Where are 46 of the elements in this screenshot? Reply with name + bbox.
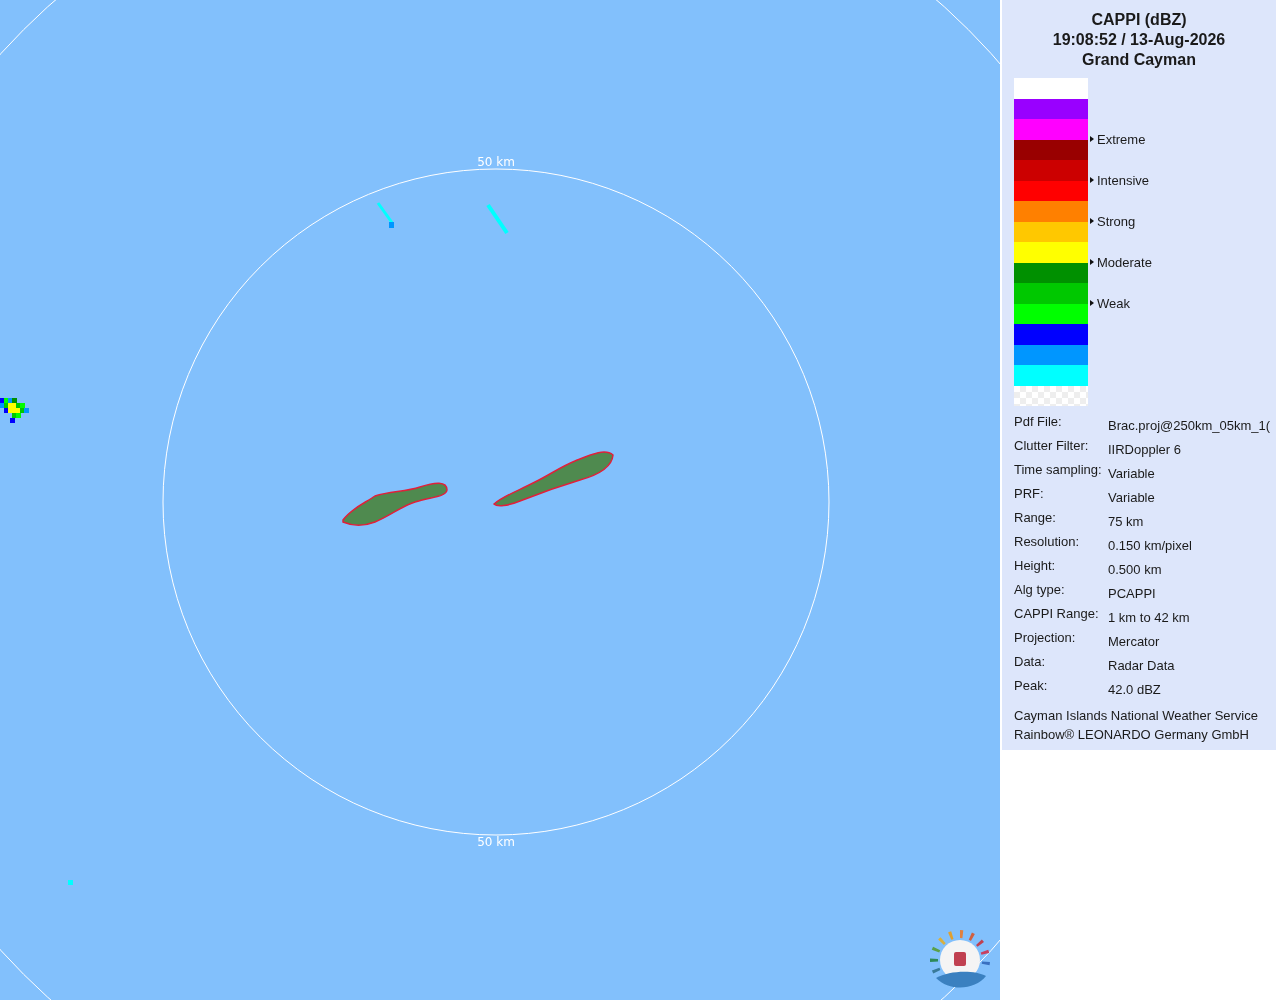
- info-value: 0.500 km: [1108, 561, 1163, 579]
- credit-text: Rainbow® LEONARDO Germany GmbH: [1014, 726, 1250, 744]
- info-value: Radar Data: [1108, 657, 1176, 675]
- info-label: Clutter Filter:: [1014, 437, 1090, 455]
- info-label: PRF:: [1014, 485, 1045, 503]
- info-value: Variable: [1108, 489, 1156, 507]
- pointer-icon: [1090, 300, 1094, 306]
- timestamp: 19:08:52 / 13-Aug-2026: [1051, 30, 1227, 50]
- range-label: 50 km: [477, 155, 515, 169]
- credit-text: Cayman Islands National Weather Service: [1014, 707, 1259, 725]
- legend-label: Moderate: [1097, 253, 1152, 271]
- info-value: PCAPPI: [1108, 585, 1157, 603]
- info-label: CAPPI Range:: [1014, 605, 1100, 623]
- info-value: IIRDoppler 6: [1108, 441, 1182, 459]
- legend-label: Intensive: [1097, 171, 1150, 189]
- legend-label: Extreme: [1097, 130, 1146, 148]
- info-value: 42.0 dBZ: [1108, 681, 1162, 699]
- pointer-icon: [1090, 136, 1094, 142]
- info-value: 75 km: [1108, 513, 1145, 531]
- info-value: 0.150 km/pixel: [1108, 537, 1193, 555]
- info-value: Brac.proj@250km_05km_1(: [1108, 417, 1272, 435]
- info-value: Mercator: [1108, 633, 1161, 651]
- pointer-icon: [1090, 177, 1094, 183]
- site-name: Grand Cayman: [1081, 50, 1197, 70]
- info-label: Projection:: [1014, 629, 1077, 647]
- radar-echo: [0, 398, 29, 423]
- range-label: 50 km: [477, 835, 515, 849]
- info-label: Alg type:: [1014, 581, 1066, 599]
- radar-echo: [376, 202, 395, 228]
- info-label: Resolution:: [1014, 533, 1081, 551]
- info-label: Pdf File:: [1014, 413, 1063, 431]
- info-label: Peak:: [1014, 677, 1049, 695]
- info-label: Data:: [1014, 653, 1047, 671]
- info-label: Time sampling:: [1014, 461, 1103, 479]
- radar-echo: [68, 880, 73, 885]
- info-value: Variable: [1108, 465, 1156, 483]
- radar-echo: [486, 203, 509, 235]
- pointer-icon: [1090, 259, 1094, 265]
- info-label: Range:: [1014, 509, 1057, 527]
- logo-drawing: [930, 930, 990, 988]
- info-value: 1 km to 42 km: [1108, 609, 1191, 627]
- legend-title: CAPPI (dBZ): [1090, 10, 1188, 30]
- pointer-icon: [1090, 218, 1094, 224]
- legend-label: Strong: [1097, 212, 1136, 230]
- legend-label: Weak: [1097, 294, 1130, 312]
- info-label: Height:: [1014, 557, 1057, 575]
